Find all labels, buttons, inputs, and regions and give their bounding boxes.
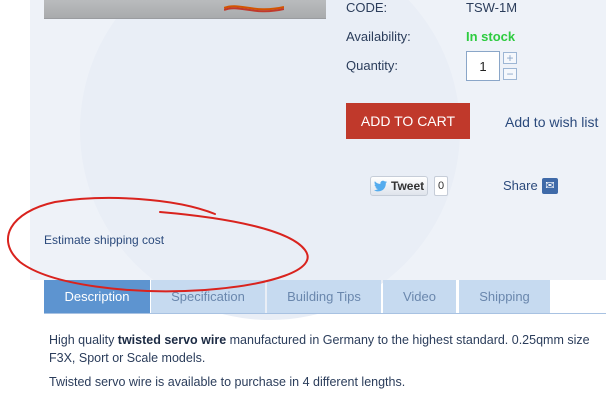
add-to-wishlist-link[interactable]: Add to wish list: [505, 114, 598, 130]
add-to-cart-button[interactable]: ADD TO CART: [346, 103, 470, 139]
estimate-shipping-link[interactable]: Estimate shipping cost: [44, 233, 164, 247]
code-label: CODE:: [346, 0, 388, 15]
code-value: TSW-1M: [466, 0, 518, 15]
description-highlight: twisted servo wire: [117, 333, 227, 347]
tweet-button[interactable]: Tweet: [370, 176, 428, 196]
tab-video[interactable]: Video: [383, 280, 456, 314]
quantity-input[interactable]: 1: [466, 51, 500, 81]
tweet-count: 0: [434, 176, 448, 196]
servo-wire-image: [224, 5, 284, 13]
email-share-icon[interactable]: ✉: [542, 178, 558, 194]
tab-building-tips[interactable]: Building Tips: [267, 280, 381, 314]
description-line-2: F3X, Sport or Scale models.: [49, 351, 206, 365]
tab-shipping[interactable]: Shipping: [459, 280, 550, 314]
description-line-1: High quality twisted servo wire manufact…: [49, 333, 590, 347]
quantity-decrease-button[interactable]: −: [503, 68, 517, 80]
share-link[interactable]: Share: [503, 178, 538, 193]
tab-description[interactable]: Description: [44, 280, 150, 314]
availability-status: In stock: [466, 29, 516, 44]
availability-label: Availability:: [346, 29, 411, 44]
tab-divider: [44, 313, 606, 314]
tweet-label: Tweet: [391, 179, 425, 193]
description-line-3: Twisted servo wire is available to purch…: [49, 375, 406, 389]
quantity-label: Quantity:: [346, 58, 399, 73]
tab-specification[interactable]: Specification: [151, 280, 265, 314]
product-image: [44, 0, 326, 19]
quantity-increase-button[interactable]: +: [503, 52, 517, 64]
twitter-bird-icon: [374, 180, 387, 192]
